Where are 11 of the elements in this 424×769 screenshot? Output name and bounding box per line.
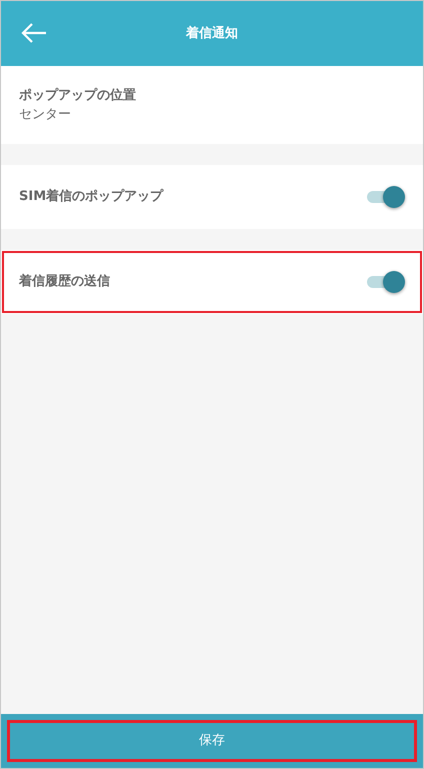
back-arrow-icon[interactable] xyxy=(21,22,47,44)
setting-value: センター xyxy=(19,106,72,124)
setting-label: ポップアップの位置 xyxy=(19,86,136,104)
setting-label: 着信履歴の送信 xyxy=(19,272,110,292)
toggle-switch[interactable] xyxy=(365,185,405,209)
toggle-switch[interactable] xyxy=(365,270,405,294)
setting-row[interactable]: SIM着信のポップアップ xyxy=(1,165,423,229)
setting-label: SIM着信のポップアップ xyxy=(19,188,164,206)
setting-row[interactable]: ポップアップの位置 センター xyxy=(1,66,423,144)
setting-row[interactable]: 着信履歴の送信 xyxy=(1,250,423,314)
screen-title: 着信通知 xyxy=(186,24,238,43)
